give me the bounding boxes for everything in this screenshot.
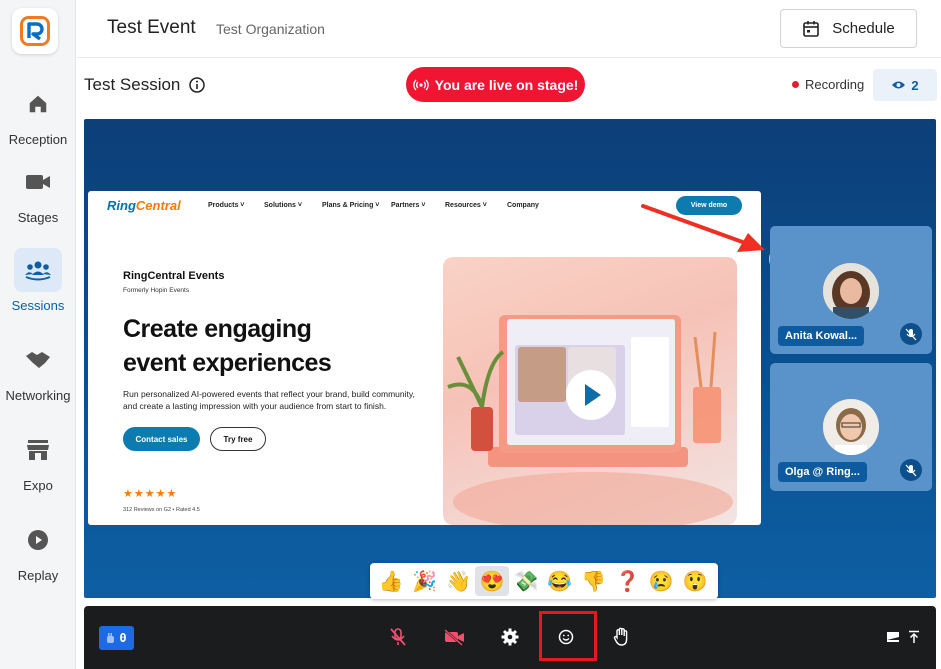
participant-avatar (823, 263, 879, 319)
sidebar-item-reception[interactable]: Reception (0, 82, 76, 147)
viewer-count-button[interactable]: 2 (873, 69, 937, 101)
recording-dot-icon (792, 81, 799, 88)
site-logo-part1: Ring (107, 198, 136, 213)
reaction-tears-of-joy[interactable]: 😂 (543, 566, 577, 596)
site-brand: RingCentral Events (123, 270, 225, 282)
hand-icon (107, 632, 115, 643)
site-hero-image (443, 257, 737, 525)
store-icon (14, 428, 62, 472)
reaction-heart-eyes[interactable]: 😍 (475, 566, 510, 596)
mic-off-icon (390, 628, 406, 646)
recording-label: Recording (805, 77, 865, 92)
live-badge: You are live on stage! (406, 67, 585, 102)
site-logo-part2: Central (135, 198, 181, 213)
people-group-icon (14, 248, 62, 292)
home-icon (14, 82, 62, 126)
site-logo: RingCentral (107, 198, 181, 213)
sidebar-item-networking[interactable]: Networking (0, 338, 76, 403)
expand-icon (909, 630, 919, 643)
controls-bar: 0 (84, 606, 936, 669)
participant-name: Anita Kowal... (778, 326, 865, 346)
schedule-label: Schedule (832, 20, 895, 37)
reaction-crying-face[interactable]: 😢 (644, 566, 678, 596)
live-label: You are live on stage! (434, 76, 579, 93)
sidebar-item-label: Expo (23, 478, 53, 493)
site-headline-line2: event experiences (123, 349, 332, 377)
raise-hand-button[interactable] (609, 624, 635, 650)
sidebar-item-label: Sessions (11, 298, 65, 313)
sidebar-item-expo[interactable]: Expo (0, 428, 76, 493)
sidebar: Reception Stages Sessions Networking Exp… (0, 0, 76, 669)
site-nav-item: Resources ˅ (445, 202, 487, 209)
eye-icon (892, 81, 906, 89)
schedule-button[interactable]: Schedule (780, 9, 917, 48)
sidebar-item-stages[interactable]: Stages (0, 160, 76, 225)
mic-off-icon (900, 323, 922, 345)
handshake-icon (14, 338, 62, 382)
recording-indicator: Recording (792, 77, 864, 92)
info-icon[interactable] (189, 77, 206, 93)
sidebar-item-label: Reception (8, 132, 68, 147)
site-description: Run personalized AI-powered events that … (123, 389, 415, 411)
reaction-astonished-face[interactable]: 😲 (678, 566, 712, 596)
session-title-text: Test Session (84, 75, 181, 94)
reaction-party-popper[interactable]: 🎉 (408, 566, 442, 596)
layout-icon (887, 632, 899, 642)
mic-off-icon (900, 459, 922, 481)
sidebar-item-sessions[interactable]: Sessions (0, 248, 76, 313)
reaction-tray: 👍 🎉 👋 😍 💸 😂 👎 ❓ 😢 😲 (370, 563, 718, 599)
camera-toggle-button[interactable] (441, 624, 467, 650)
site-nav-item: Products ˅ (208, 202, 245, 209)
mic-toggle-button[interactable] (385, 624, 411, 650)
site-brand-sub: Formerly Hopin Events (123, 287, 190, 294)
camera-off-icon (444, 629, 464, 646)
expand-button[interactable] (901, 624, 927, 650)
site-try-free-button: Try free (210, 427, 266, 451)
participant-tile[interactable]: Anita Kowal... (770, 226, 932, 354)
annotation-highlight-box (539, 611, 597, 661)
broadcast-icon (412, 79, 429, 90)
reaction-waving-hand[interactable]: 👋 (442, 566, 476, 596)
calendar-icon (803, 20, 820, 37)
raised-hands-count: 0 (119, 631, 127, 645)
site-nav-item: Plans & Pricing ˅ (322, 202, 380, 209)
site-headline: Create engaging event experiences (123, 312, 332, 380)
site-reviews: 312 Reviews on G2 • Rated 4.5 (123, 507, 200, 513)
app-logo[interactable] (12, 8, 58, 54)
reaction-question-mark[interactable]: ❓ (611, 566, 645, 596)
site-nav-item: Company (507, 202, 539, 209)
site-contact-sales-button: Contact sales (123, 427, 200, 451)
session-title: Test Session (84, 75, 206, 95)
reaction-money-wings[interactable]: 💸 (509, 566, 543, 596)
raise-hand-icon (613, 627, 628, 646)
sidebar-item-label: Networking (5, 388, 71, 403)
site-rating-stars: ★★★★★ (123, 488, 178, 500)
settings-button[interactable] (497, 624, 523, 650)
annotation-arrow-icon (641, 204, 765, 252)
site-headline-line1: Create engaging (123, 315, 312, 343)
sidebar-item-replay[interactable]: Replay (0, 518, 76, 583)
viewer-count: 2 (911, 77, 919, 93)
site-nav-item: Solutions ˅ (264, 202, 302, 209)
play-circle-icon (14, 518, 62, 562)
event-title: Test Event (107, 17, 196, 38)
header: Test Event Test Organization Schedule (77, 0, 941, 58)
reaction-thumbs-down[interactable]: 👎 (577, 566, 611, 596)
participant-name: Olga @ Ring... (778, 462, 867, 482)
site-nav-item: Partners ˅ (391, 202, 426, 209)
participant-tile[interactable]: Olga @ Ring... (770, 363, 932, 491)
reaction-thumbs-up[interactable]: 👍 (374, 566, 408, 596)
raised-hands-counter[interactable]: 0 (99, 626, 134, 650)
camera-icon (14, 160, 62, 204)
organization-name: Test Organization (216, 21, 325, 37)
participant-avatar (823, 399, 879, 455)
settings-icon (501, 628, 519, 646)
sidebar-item-label: Replay (17, 568, 59, 583)
sidebar-item-label: Stages (17, 210, 59, 225)
app-logo-icon (20, 16, 50, 46)
